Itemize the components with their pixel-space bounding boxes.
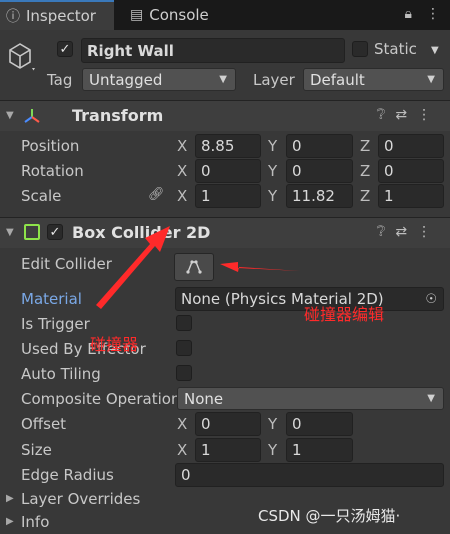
arrow-to-edit-collider — [220, 262, 300, 272]
arrow-to-collider-title — [96, 226, 170, 309]
annotation-collider-cn: 碰撞器 — [90, 335, 139, 354]
watermark: CSDN @一只汤姆猫· — [258, 507, 401, 525]
annotation-collider-edit-cn: 碰撞器编辑 — [304, 305, 385, 324]
annotation-arrows — [96, 226, 300, 309]
